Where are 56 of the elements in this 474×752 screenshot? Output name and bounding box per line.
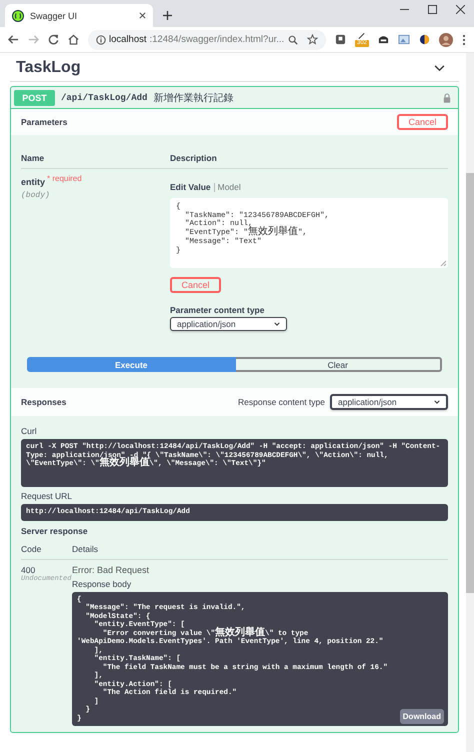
column-header: Name: [21, 153, 46, 163]
browser-tab[interactable]: Swagger UI: [5, 4, 153, 27]
responses-heading: Responses: [21, 397, 66, 407]
tab-title: Swagger UI: [30, 10, 78, 20]
error-message: Error: Bad Request: [72, 564, 150, 574]
url-path: :12484/swagger/index.html?ur...: [150, 34, 284, 45]
view-tab[interactable]: Edit Value: [170, 182, 211, 192]
column-header: Description: [170, 153, 217, 163]
curl-label: Curl: [21, 426, 38, 436]
extension-icon[interactable]: [419, 34, 430, 45]
reload-icon[interactable]: [48, 34, 59, 45]
star-icon[interactable]: [306, 34, 318, 45]
close-icon[interactable]: [456, 5, 465, 14]
zoom-icon[interactable]: [288, 34, 298, 44]
scrollbar[interactable]: [466, 53, 474, 752]
new-tab-icon[interactable]: [163, 11, 172, 20]
image-icon[interactable]: [398, 34, 410, 45]
column-header: Code: [21, 544, 42, 554]
response-body-label: Response body: [72, 578, 132, 588]
section-title[interactable]: TaskLog: [16, 59, 81, 77]
close-icon[interactable]: [139, 12, 146, 19]
request-url-label: Request URL: [21, 491, 74, 501]
content-type-label: Response content type: [238, 397, 325, 407]
lock-icon[interactable]: [443, 92, 451, 102]
clear-button[interactable]: Clear: [236, 357, 442, 372]
maximize-icon[interactable]: [428, 5, 437, 14]
parameters-heading: Parameters: [21, 117, 68, 127]
info-icon[interactable]: [96, 34, 106, 44]
endpoint-path[interactable]: /api/TaskLog/Add: [61, 92, 148, 102]
extension-icon[interactable]: [378, 34, 389, 45]
url-host: localhost: [109, 34, 146, 45]
status-code: 400: [21, 564, 36, 574]
caret-icon: [434, 400, 440, 404]
column-header: Details: [72, 544, 98, 554]
parameter-name: entity: [21, 176, 46, 187]
method-badge: POST: [14, 90, 55, 106]
resize-grip-icon[interactable]: [440, 260, 446, 266]
required-label: * required: [47, 174, 82, 183]
extension-icon[interactable]: [356, 32, 368, 40]
content-type-select[interactable]: application/json: [170, 317, 287, 331]
parameter-location: (body): [21, 191, 51, 200]
endpoint-summary: 新增作業執行記錄: [153, 92, 234, 104]
back-icon[interactable]: [8, 34, 19, 45]
view-tab[interactable]: Model: [218, 182, 241, 192]
chevron-icon[interactable]: [434, 64, 445, 72]
content-type-label: Parameter content type: [170, 305, 264, 315]
menu-icon[interactable]: [462, 34, 466, 46]
server-response-label: Server response: [21, 526, 89, 536]
address-bar[interactable]: localhost :12484/swagger/index.html?ur...: [88, 30, 326, 50]
home-icon[interactable]: [68, 34, 79, 45]
download-button[interactable]: Download: [400, 709, 444, 724]
avatar-icon[interactable]: [439, 32, 453, 46]
caret-icon: [274, 322, 280, 326]
content-type-select[interactable]: application/json: [330, 394, 448, 410]
extension-icon[interactable]: [334, 34, 346, 45]
swagger-logo-icon: [12, 10, 24, 22]
